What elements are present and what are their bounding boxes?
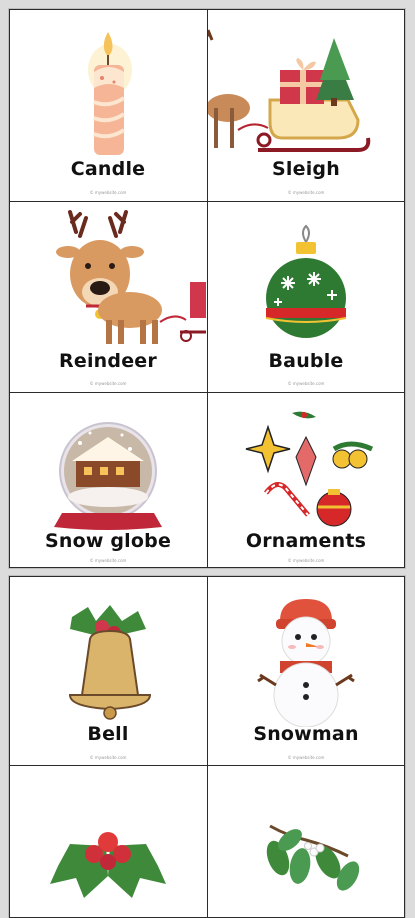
- credit-text: © mywebsite.com: [287, 381, 325, 386]
- sleigh-icon: [208, 29, 371, 152]
- card-label: Sleigh: [272, 158, 340, 180]
- card-sleigh: Sleigh © mywebsite.com: [208, 10, 404, 201]
- card-mistletoe: [208, 766, 404, 906]
- card-label: Candle: [70, 158, 146, 180]
- flashcard-sheet-2: Bell © mywebsite.com Snowman © mywebsite…: [9, 576, 405, 918]
- card-ornaments: Ornaments © mywebsite.com: [208, 393, 404, 567]
- card-bell: Bell © mywebsite.com: [10, 577, 206, 765]
- snow-globe-icon: [54, 422, 162, 530]
- flashcard-sheet-1: Candle © mywebsite.com Sleigh © mywebsit…: [9, 9, 405, 568]
- card-holly: [10, 766, 206, 906]
- holly-icon: [50, 832, 166, 898]
- bauble-icon: [265, 224, 347, 338]
- card-label: Snowman: [253, 723, 359, 745]
- card-snow-globe: Snow globe © mywebsite.com: [10, 393, 206, 567]
- snowman-icon: [257, 599, 355, 727]
- card-label: Reindeer: [59, 350, 157, 372]
- credit-text: © mywebsite.com: [89, 755, 127, 760]
- ornaments-icon: [245, 411, 374, 527]
- card-label: Snow globe: [44, 530, 172, 552]
- reindeer-icon: [56, 210, 206, 344]
- card-candle: Candle © mywebsite.com: [10, 10, 206, 201]
- candle-icon: [88, 32, 132, 155]
- card-reindeer: Reindeer © mywebsite.com: [10, 202, 206, 392]
- card-label: Ornaments: [245, 530, 367, 552]
- credit-text: © mywebsite.com: [89, 381, 127, 386]
- card-label: Bauble: [268, 350, 344, 372]
- credit-text: © mywebsite.com: [287, 190, 325, 195]
- card-bauble: Bauble © mywebsite.com: [208, 202, 404, 392]
- bell-icon: [68, 605, 152, 720]
- card-label: Bell: [87, 723, 129, 745]
- credit-text: © mywebsite.com: [89, 190, 127, 195]
- credit-text: © mywebsite.com: [89, 558, 127, 563]
- credit-text: © mywebsite.com: [287, 558, 325, 563]
- card-snowman: Snowman © mywebsite.com: [208, 577, 404, 765]
- credit-text: © mywebsite.com: [287, 755, 325, 760]
- mistletoe-icon: [266, 824, 360, 891]
